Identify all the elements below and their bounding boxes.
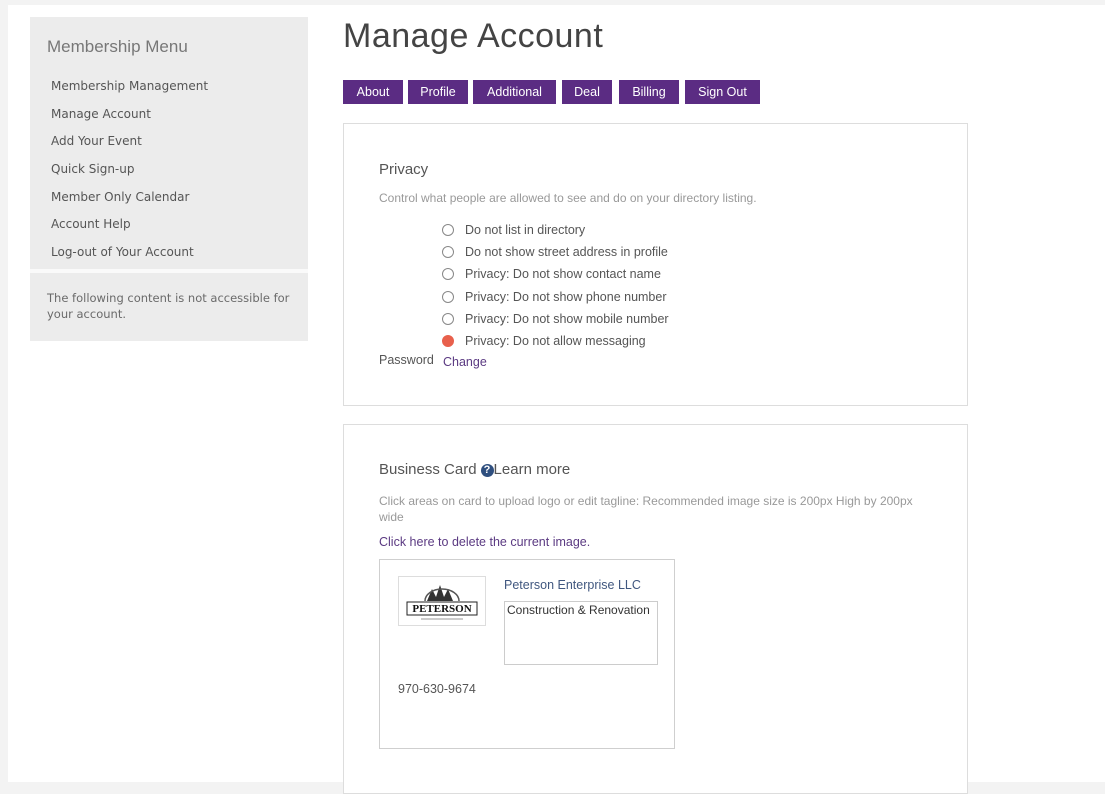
- option-label: Privacy: Do not allow messaging: [465, 334, 646, 348]
- membership-sidebar: Membership Menu Membership Management Ma…: [30, 17, 308, 341]
- logo-upload-area[interactable]: PETERSON: [398, 576, 486, 626]
- privacy-description: Control what people are allowed to see a…: [379, 191, 757, 205]
- business-card-heading: Business Card? Learn more: [379, 461, 570, 478]
- business-card-panel: Business Card? Learn more Click areas on …: [343, 424, 968, 794]
- radio-button[interactable]: [442, 291, 454, 303]
- peterson-logo-image: PETERSON: [406, 585, 478, 620]
- phone-number: 970-630-9674: [398, 682, 476, 696]
- radio-button-selected[interactable]: [442, 335, 454, 347]
- tab-billing[interactable]: Billing: [619, 80, 679, 104]
- tab-about[interactable]: About: [343, 80, 403, 104]
- question-circle-icon[interactable]: ?: [480, 464, 494, 477]
- sidebar-item-membership-management[interactable]: Membership Management: [51, 78, 208, 106]
- sidebar-item-add-your-event[interactable]: Add Your Event: [51, 133, 208, 161]
- sidebar-item-account-help[interactable]: Account Help: [51, 216, 208, 244]
- svg-text:PETERSON: PETERSON: [412, 603, 471, 615]
- tagline-textarea[interactable]: Construction & Renovation: [504, 601, 658, 665]
- radio-button[interactable]: [442, 268, 454, 280]
- sidebar-divider: [30, 269, 308, 273]
- radio-button[interactable]: [442, 313, 454, 325]
- page-title: Manage Account: [343, 17, 604, 55]
- sidebar-item-member-only-calendar[interactable]: Member Only Calendar: [51, 189, 208, 217]
- membership-menu-title: Membership Menu: [47, 37, 188, 56]
- sidebar-item-quick-sign-up[interactable]: Quick Sign-up: [51, 161, 208, 189]
- sidebar-access-note: The following content is not accessible …: [47, 291, 290, 321]
- page: Membership Menu Membership Management Ma…: [8, 5, 1105, 794]
- change-password-link[interactable]: Change: [443, 355, 487, 369]
- password-label: Password: [379, 353, 434, 367]
- sidebar-item-log-out[interactable]: Log-out of Your Account: [51, 244, 208, 272]
- learn-more-link[interactable]: Learn more: [494, 461, 571, 478]
- tab-profile[interactable]: Profile: [408, 80, 468, 104]
- tab-sign-out[interactable]: Sign Out: [685, 80, 760, 104]
- business-card-preview: PETERSON Peterson Enterprise LLC Constru…: [379, 559, 675, 749]
- option-label: Privacy: Do not show contact name: [465, 267, 661, 281]
- option-label: Do not list in directory: [465, 223, 586, 237]
- delete-image-link[interactable]: Click here to delete the current image.: [379, 535, 590, 549]
- radio-button[interactable]: [442, 224, 454, 236]
- radio-button[interactable]: [442, 246, 454, 258]
- business-card-title: Business Card: [379, 461, 477, 478]
- tab-additional[interactable]: Additional: [473, 80, 556, 104]
- sidebar-item-manage-account[interactable]: Manage Account: [51, 106, 208, 134]
- option-label: Privacy: Do not show phone number: [465, 290, 667, 304]
- tab-deal[interactable]: Deal: [562, 80, 612, 104]
- option-label: Privacy: Do not show mobile number: [465, 312, 669, 326]
- privacy-panel: Privacy Control what people are allowed …: [343, 123, 968, 406]
- option-label: Do not show street address in profile: [465, 245, 668, 259]
- membership-menu-list: Membership Management Manage Account Add…: [51, 78, 208, 272]
- business-card-description: Click areas on card to upload logo or ed…: [379, 494, 913, 524]
- company-name[interactable]: Peterson Enterprise LLC: [504, 578, 641, 592]
- privacy-heading: Privacy: [379, 161, 429, 178]
